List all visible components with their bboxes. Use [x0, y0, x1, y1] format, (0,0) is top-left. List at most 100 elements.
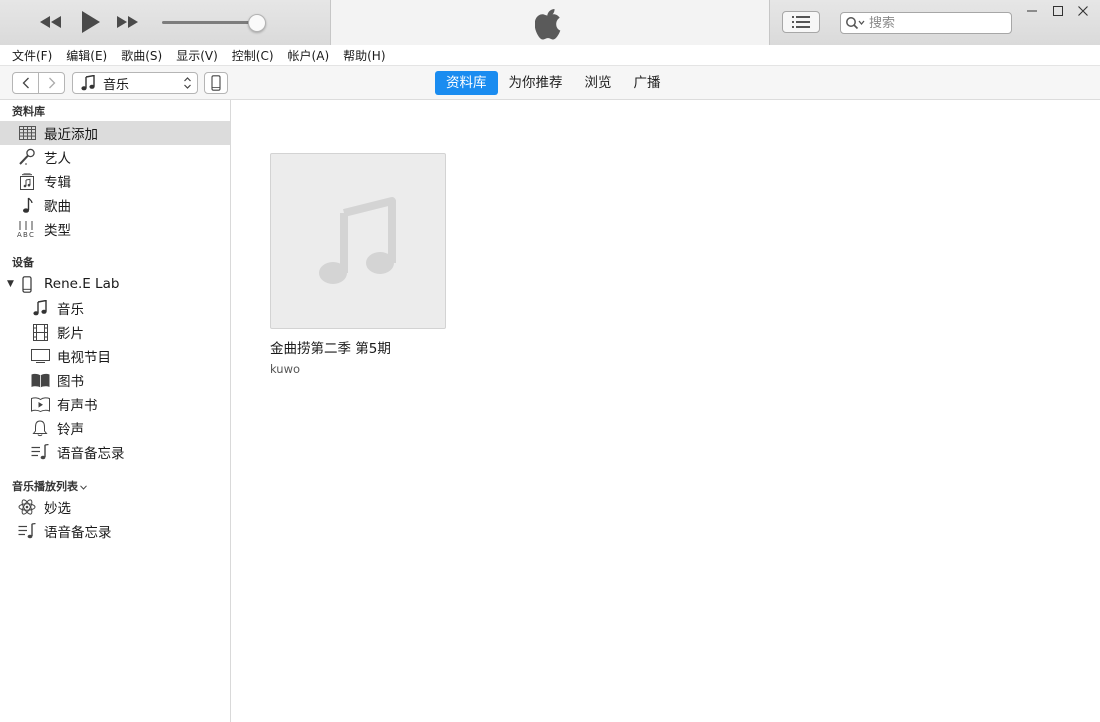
sidebar-item-label: 妙选	[44, 501, 71, 517]
bell-icon	[30, 418, 50, 438]
tab-radio[interactable]: 广播	[623, 71, 672, 95]
search-input[interactable]	[865, 15, 989, 31]
device-button[interactable]	[204, 72, 228, 94]
close-icon	[1078, 6, 1088, 16]
microphone-icon	[17, 147, 37, 167]
history-nav	[12, 72, 65, 94]
search-icon	[846, 17, 865, 30]
sidebar: 资料库 最近添加 艺人 专辑 歌曲 A B C 类型 设备 ▼ Rene.E L…	[0, 100, 231, 722]
music-note-icon	[30, 298, 50, 318]
svg-text:B: B	[23, 231, 28, 238]
minimize-icon	[1027, 10, 1037, 12]
album-card[interactable]: 金曲捞第二季 第5期 kuwo	[270, 153, 448, 376]
fast-forward-button[interactable]	[114, 12, 140, 32]
svg-text:C: C	[29, 231, 34, 238]
sidebar-item-label: 音乐	[57, 302, 84, 318]
up-next-list-button[interactable]	[782, 11, 820, 33]
chevron-left-icon	[22, 77, 29, 89]
device-item-books[interactable]: 图书	[0, 368, 230, 392]
volume-slider-track[interactable]	[162, 21, 256, 24]
menu-song[interactable]: 歌曲(S)	[114, 47, 169, 64]
menu-help[interactable]: 帮助(H)	[336, 47, 392, 64]
svg-text:A: A	[17, 231, 22, 238]
forward-button[interactable]	[39, 73, 64, 93]
iphone-icon	[211, 75, 221, 91]
album-title[interactable]: 金曲捞第二季 第5期	[270, 337, 448, 357]
devices-section-header: 设备	[12, 256, 34, 269]
play-button[interactable]	[77, 9, 103, 35]
menu-controls[interactable]: 控制(C)	[225, 47, 281, 64]
sidebar-item-label: 语音备忘录	[57, 446, 125, 462]
device-item-audiobooks[interactable]: 有声书	[0, 392, 230, 416]
maximize-icon	[1053, 6, 1063, 16]
media-type-label: 音乐	[103, 77, 130, 93]
chevron-down-icon	[80, 485, 87, 490]
menu-view[interactable]: 显示(V)	[169, 47, 225, 64]
device-item-music[interactable]: 音乐	[0, 296, 230, 320]
sidebar-item-genres[interactable]: A B C 类型	[0, 217, 230, 241]
device-item-tv-shows[interactable]: 电视节目	[0, 344, 230, 368]
music-note-icon	[17, 195, 37, 215]
menu-file[interactable]: 文件(F)	[5, 47, 59, 64]
search-box[interactable]	[840, 12, 1012, 34]
rewind-button[interactable]	[38, 12, 64, 32]
sidebar-item-label: 有声书	[57, 398, 98, 414]
tab-library[interactable]: 资料库	[435, 71, 498, 95]
sidebar-item-label: 语音备忘录	[44, 525, 112, 541]
menu-bar: 文件(F) 编辑(E) 歌曲(S) 显示(V) 控制(C) 帐户(A) 帮助(H…	[0, 45, 1100, 66]
title-bar	[0, 0, 1100, 46]
rewind-icon	[40, 16, 61, 28]
playlist-icon	[30, 442, 50, 462]
sidebar-item-label: 最近添加	[44, 127, 98, 143]
album-artwork-placeholder[interactable]	[270, 153, 446, 329]
sidebar-item-device[interactable]: Rene.E Lab	[0, 272, 230, 296]
sidebar-item-label: 铃声	[57, 422, 84, 438]
back-button[interactable]	[13, 73, 39, 93]
menu-edit[interactable]: 编辑(E)	[59, 47, 114, 64]
device-item-movies[interactable]: 影片	[0, 320, 230, 344]
audiobook-icon	[30, 394, 50, 414]
sidebar-item-label: 影片	[57, 326, 84, 342]
sidebar-item-label: 艺人	[44, 151, 71, 167]
sidebar-item-songs[interactable]: 歌曲	[0, 193, 230, 217]
sidebar-item-label: 电视节目	[57, 350, 111, 366]
sidebar-item-recently-added[interactable]: 最近添加	[0, 121, 230, 145]
playlist-item-genius[interactable]: 妙选	[0, 495, 230, 519]
playlists-header-label: 音乐播放列表	[12, 480, 78, 493]
music-note-icon	[81, 75, 95, 91]
film-icon	[30, 322, 50, 342]
close-button[interactable]	[1072, 2, 1094, 20]
tab-for-you[interactable]: 为你推荐	[498, 71, 574, 95]
play-icon	[82, 11, 100, 33]
menu-account[interactable]: 帐户(A)	[281, 47, 337, 64]
playlist-item-voice-memos[interactable]: 语音备忘录	[0, 519, 230, 543]
book-icon	[30, 370, 50, 390]
library-tabs: 资料库 为你推荐 浏览 广播	[435, 71, 672, 95]
volume-slider-knob[interactable]	[248, 14, 266, 32]
sidebar-item-label: 类型	[44, 223, 71, 239]
device-item-voice-memos[interactable]: 语音备忘录	[0, 440, 230, 464]
sidebar-item-label: 图书	[57, 374, 84, 390]
minimize-button[interactable]	[1021, 2, 1043, 20]
fast-forward-icon	[117, 16, 138, 28]
maximize-button[interactable]	[1047, 2, 1069, 20]
navigation-bar: 音乐 资料库 为你推荐 浏览 广播	[0, 66, 1100, 100]
tab-browse[interactable]: 浏览	[574, 71, 623, 95]
tv-icon	[30, 346, 50, 366]
sidebar-item-label: 专辑	[44, 175, 71, 191]
sidebar-item-artists[interactable]: 艺人	[0, 145, 230, 169]
genre-icon: A B C	[17, 219, 37, 239]
playlists-section-header[interactable]: 音乐播放列表	[12, 478, 87, 494]
grid-icon	[17, 123, 37, 143]
device-name: Rene.E Lab	[44, 276, 120, 292]
atom-icon	[17, 497, 37, 517]
playlist-icon	[17, 521, 37, 541]
sidebar-item-albums[interactable]: 专辑	[0, 169, 230, 193]
album-artist[interactable]: kuwo	[270, 362, 448, 376]
select-arrows-icon	[184, 77, 191, 89]
library-section-header: 资料库	[12, 105, 45, 118]
media-type-select[interactable]: 音乐	[72, 72, 198, 94]
main-content: 金曲捞第二季 第5期 kuwo	[231, 100, 1100, 722]
device-item-ringtones[interactable]: 铃声	[0, 416, 230, 440]
list-icon	[792, 16, 810, 28]
